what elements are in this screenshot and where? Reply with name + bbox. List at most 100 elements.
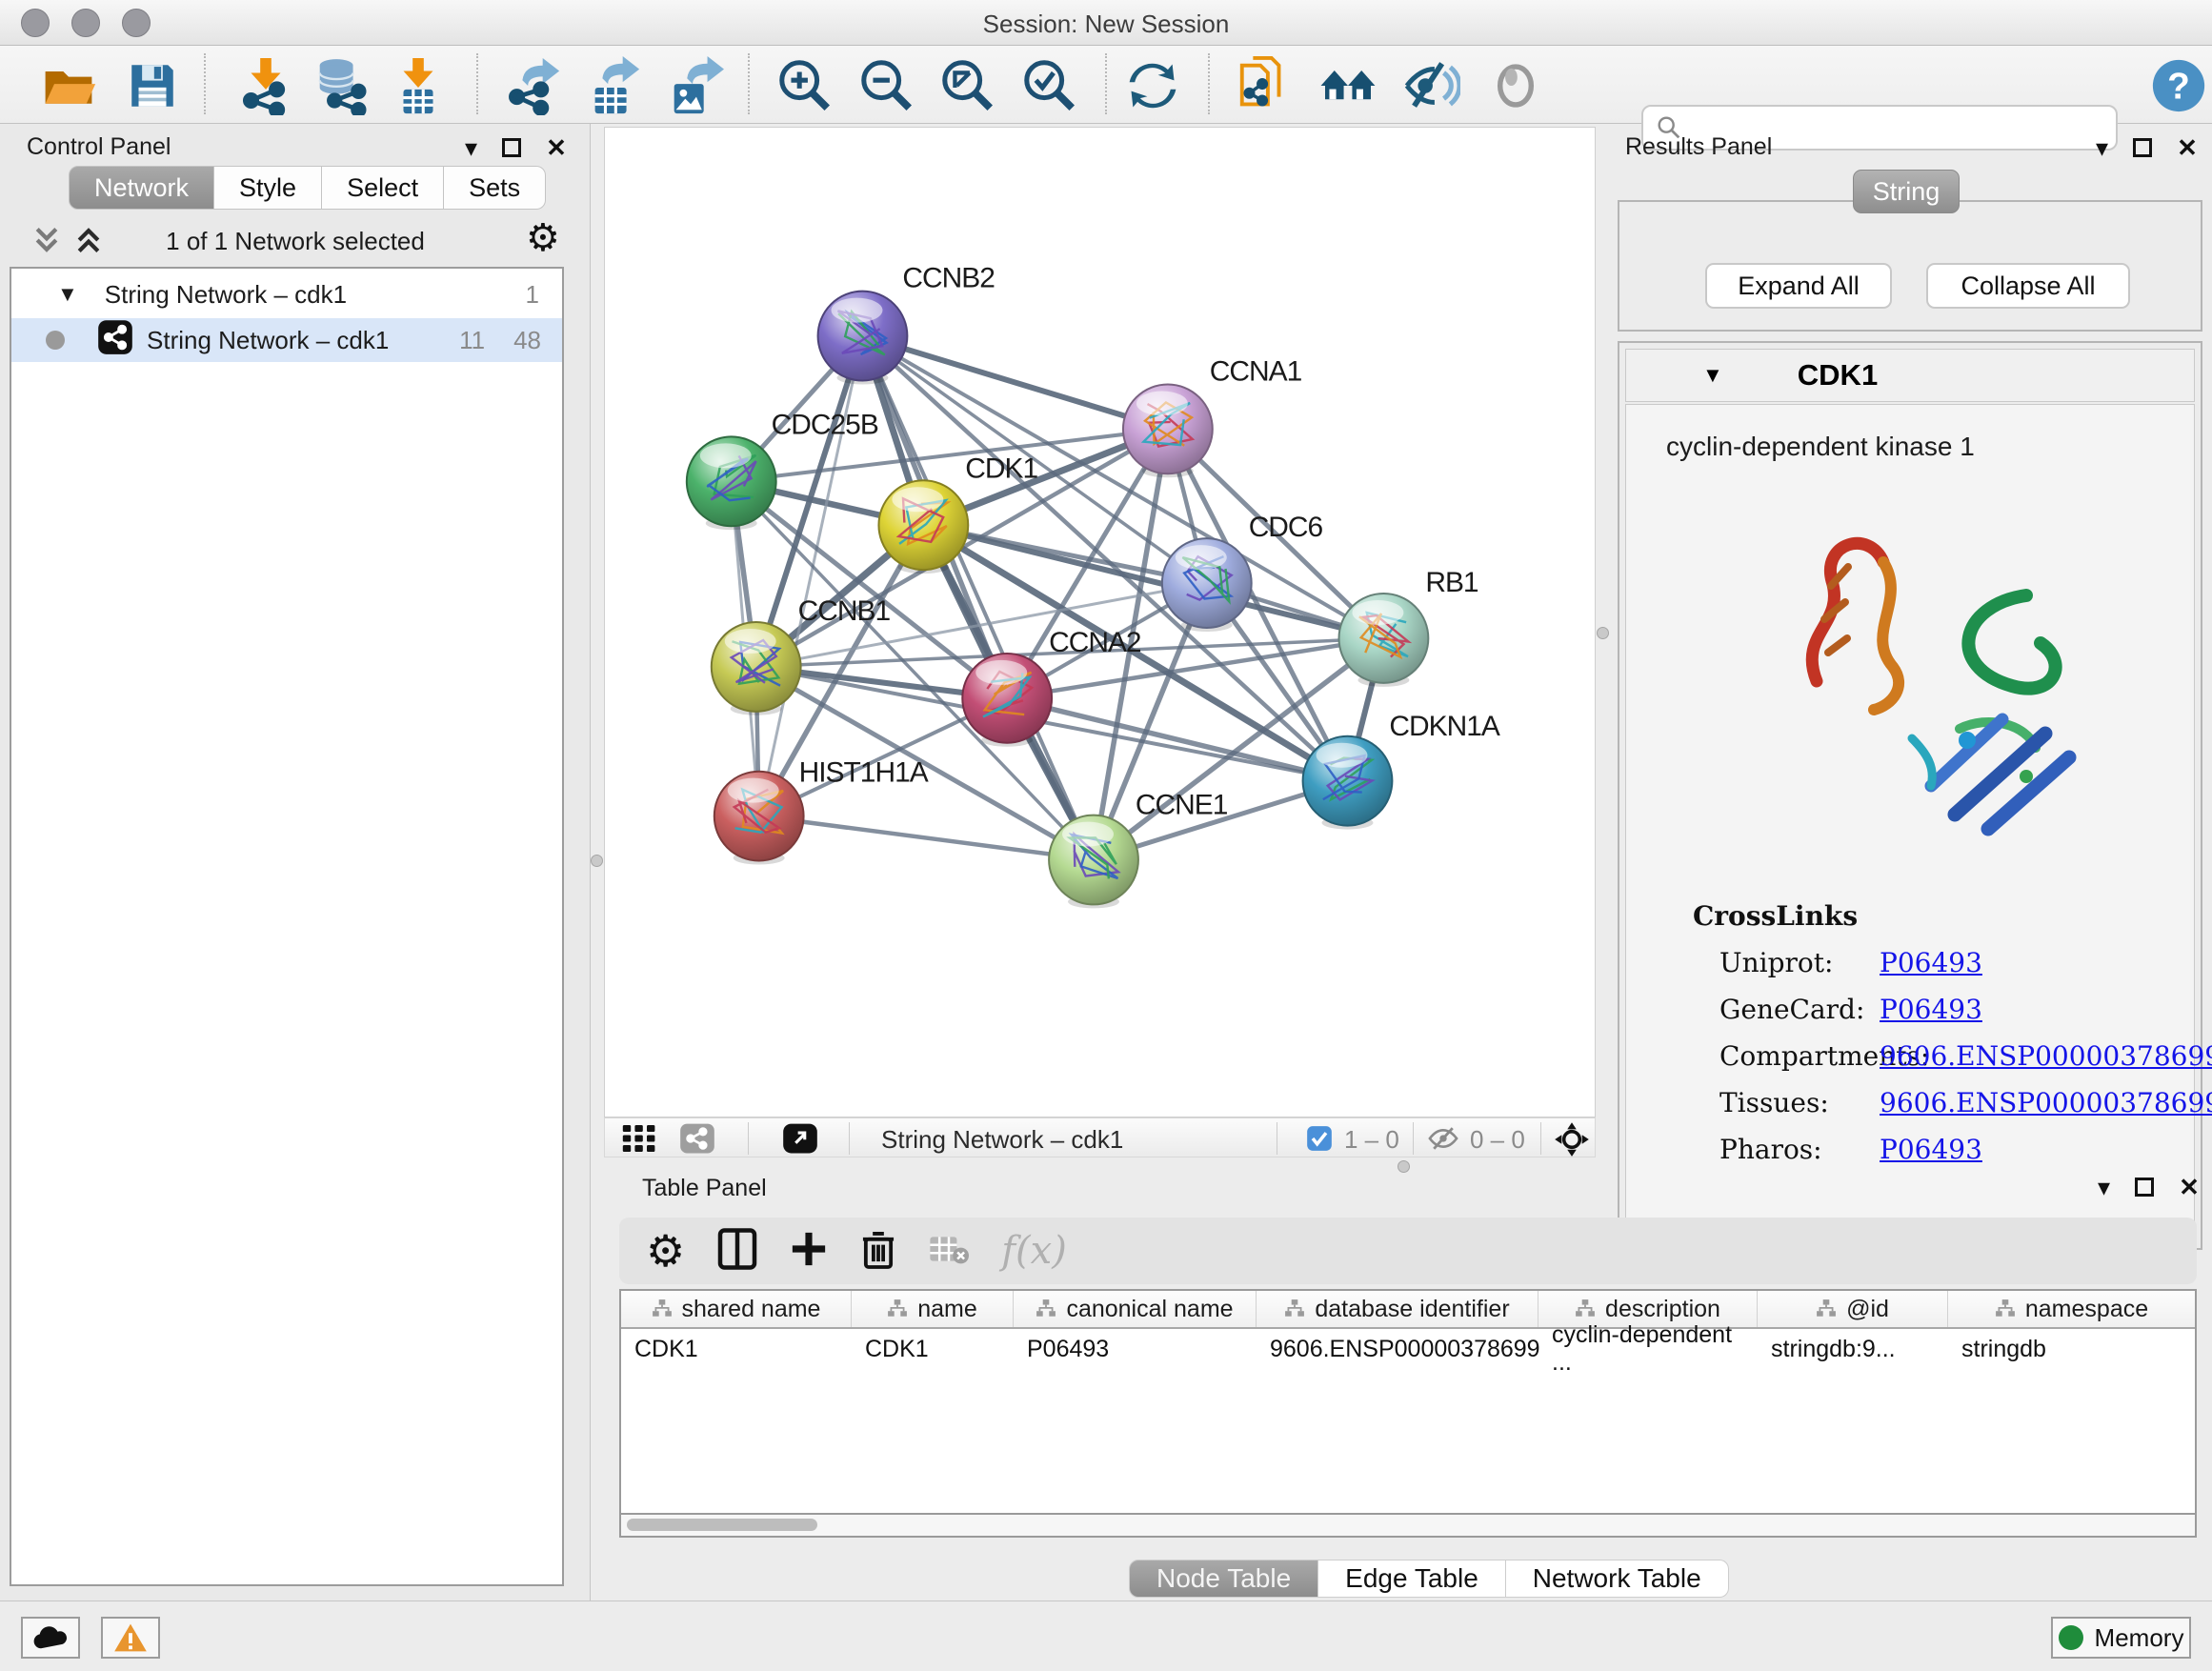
table-horizontal-scrollbar[interactable] xyxy=(619,1515,2197,1538)
export-network-icon[interactable] xyxy=(503,55,564,116)
entry-header[interactable]: ▼ CDK1 xyxy=(1625,349,2195,402)
crosslink-label: Uniprot: xyxy=(1719,947,1880,978)
bottom-splitter-handle[interactable] xyxy=(1398,1160,1410,1173)
zoom-selected-icon[interactable] xyxy=(1019,55,1080,116)
network-overview-icon[interactable] xyxy=(679,1122,715,1159)
table-cell[interactable]: 9606.ENSP00000378699 xyxy=(1257,1329,1538,1369)
export-image-icon[interactable] xyxy=(664,55,725,116)
tab-select[interactable]: Select xyxy=(322,166,444,210)
import-network-database-icon[interactable] xyxy=(310,55,371,116)
selected-checkbox-icon[interactable] xyxy=(1306,1125,1333,1157)
table-cell[interactable]: CDK1 xyxy=(852,1329,1014,1369)
expand-all-button[interactable]: Expand All xyxy=(1705,263,1892,309)
titlebar: Session: New Session xyxy=(0,0,2212,46)
panel-close-icon[interactable]: ✕ xyxy=(2179,1175,2200,1199)
import-table-file-icon[interactable] xyxy=(388,55,449,116)
home-icon[interactable] xyxy=(1317,55,1378,116)
table-settings-gear-icon[interactable]: ⚙ xyxy=(646,1229,685,1273)
table-cell[interactable]: stringdb:9... xyxy=(1758,1329,1948,1369)
network-edge-CCNB2-HIST1H1A[interactable] xyxy=(759,336,863,816)
save-session-icon[interactable] xyxy=(122,55,183,116)
table-cell[interactable]: cyclin-dependent ... xyxy=(1538,1329,1758,1369)
zoom-fit-content-icon[interactable] xyxy=(937,55,998,116)
network-edge-HIST1H1A-CCNE1[interactable] xyxy=(759,816,1094,860)
tab-network-table[interactable]: Network Table xyxy=(1506,1560,1729,1598)
add-column-icon[interactable] xyxy=(790,1228,828,1275)
function-builder-icon[interactable]: f(x) xyxy=(1001,1229,1067,1273)
table-cell[interactable]: P06493 xyxy=(1014,1329,1257,1369)
export-table-icon[interactable] xyxy=(583,55,644,116)
column-header-canonical-name[interactable]: canonical name xyxy=(1014,1291,1257,1327)
import-network-file-icon[interactable] xyxy=(235,55,296,116)
grid-view-icon[interactable] xyxy=(620,1122,660,1159)
network-edge-CCNB2-CCNA1[interactable] xyxy=(862,336,1167,430)
tab-style[interactable]: Style xyxy=(214,166,322,210)
right-splitter-handle[interactable] xyxy=(1597,627,1609,639)
column-header-database-identifier[interactable]: database identifier xyxy=(1257,1291,1538,1327)
birds-eye-view-icon[interactable] xyxy=(782,1122,818,1159)
column-header-namespace[interactable]: namespace xyxy=(1948,1291,2196,1327)
pan-crosshair-icon[interactable] xyxy=(1554,1121,1590,1162)
column-header-shared-name[interactable]: shared name xyxy=(621,1291,852,1327)
tab-edge-table[interactable]: Edge Table xyxy=(1318,1560,1506,1598)
inspect-eye-icon[interactable] xyxy=(1485,55,1546,116)
crosslink-pharos-link[interactable]: P06493 xyxy=(1880,1134,1982,1165)
network-options-gear-icon[interactable]: ⚙ xyxy=(526,219,560,257)
left-splitter-handle[interactable] xyxy=(591,855,603,867)
table-cell[interactable]: stringdb xyxy=(1948,1329,2196,1369)
cloud-icon xyxy=(31,1624,70,1651)
zoom-out-icon[interactable] xyxy=(856,55,917,116)
entry-collapse-arrow-icon[interactable]: ▼ xyxy=(1702,363,1723,388)
tab-string[interactable]: String xyxy=(1853,170,1960,213)
delete-column-icon[interactable] xyxy=(860,1227,896,1276)
crosslink-uniprot-link[interactable]: P06493 xyxy=(1880,947,1982,978)
network-node-HIST1H1A[interactable] xyxy=(714,772,804,865)
crosslink-genecard-link[interactable]: P06493 xyxy=(1880,994,1982,1025)
help-icon[interactable]: ? xyxy=(2148,55,2209,116)
table-row[interactable]: CDK1CDK1P064939606.ENSP00000378699cyclin… xyxy=(621,1329,2195,1369)
network-node-CDC6[interactable] xyxy=(1162,538,1252,632)
panel-close-icon[interactable]: ✕ xyxy=(2177,135,2198,160)
show-columns-icon[interactable] xyxy=(717,1227,757,1276)
memory-button[interactable]: Memory xyxy=(2051,1617,2191,1659)
panel-close-icon[interactable]: ✕ xyxy=(546,135,567,160)
scrollbar-thumb[interactable] xyxy=(627,1519,817,1531)
tab-node-table[interactable]: Node Table xyxy=(1129,1560,1318,1598)
tab-network[interactable]: Network xyxy=(69,166,214,210)
panel-menu-arrow-icon[interactable]: ▾ xyxy=(465,135,477,160)
panel-menu-arrow-icon[interactable]: ▾ xyxy=(2096,135,2108,160)
hidden-eye-icon[interactable] xyxy=(1426,1126,1460,1156)
network-collection-row[interactable]: ▼ String Network – cdk1 1 xyxy=(11,272,562,316)
network-view-toolbar: String Network – cdk1 1 – 0 0 – 0 xyxy=(604,1117,1596,1158)
tab-sets[interactable]: Sets xyxy=(444,166,546,210)
network-row[interactable]: String Network – cdk1 11 48 xyxy=(11,318,562,362)
node-label-CCNA1: CCNA1 xyxy=(1210,355,1302,387)
node-label-RB1: RB1 xyxy=(1425,567,1478,598)
column-header-name[interactable]: name xyxy=(852,1291,1014,1327)
zoom-in-icon[interactable] xyxy=(774,55,835,116)
network-node-CDKN1A[interactable] xyxy=(1303,736,1393,830)
crosslink-tissues-link[interactable]: 9606.ENSP00000378699 xyxy=(1880,1087,2212,1118)
network-node-CDK1[interactable] xyxy=(878,480,968,574)
refresh-icon[interactable] xyxy=(1122,55,1183,116)
crosslink-compartments-link[interactable]: 9606.ENSP00000378699 xyxy=(1880,1040,2212,1072)
panel-float-icon[interactable] xyxy=(502,138,521,157)
column-header--id[interactable]: @id xyxy=(1758,1291,1948,1327)
cloud-button[interactable] xyxy=(21,1617,80,1659)
network-node-CCNA1[interactable] xyxy=(1123,384,1213,477)
panel-menu-arrow-icon[interactable]: ▾ xyxy=(2098,1175,2110,1199)
string-import-icon[interactable] xyxy=(1234,55,1295,116)
network-node-CCNB1[interactable] xyxy=(712,622,801,715)
open-session-icon[interactable] xyxy=(38,55,99,116)
panel-float-icon[interactable] xyxy=(2133,138,2152,157)
network-canvas[interactable]: CCNB2CCNA1CDC25BCDK1CDC6RB1CCNB1CCNA2CDK… xyxy=(604,127,1596,1117)
network-node-RB1[interactable] xyxy=(1339,594,1429,687)
delete-table-icon[interactable] xyxy=(929,1232,969,1271)
collapse-all-button[interactable]: Collapse All xyxy=(1926,263,2130,309)
warning-button[interactable] xyxy=(101,1617,160,1659)
table-cell[interactable]: CDK1 xyxy=(621,1329,852,1369)
panel-float-icon[interactable] xyxy=(2135,1178,2154,1197)
collection-expand-arrow-icon[interactable]: ▼ xyxy=(57,282,78,307)
network-node-CCNE1[interactable] xyxy=(1049,815,1138,909)
hide-eye-icon[interactable] xyxy=(1400,55,1461,116)
